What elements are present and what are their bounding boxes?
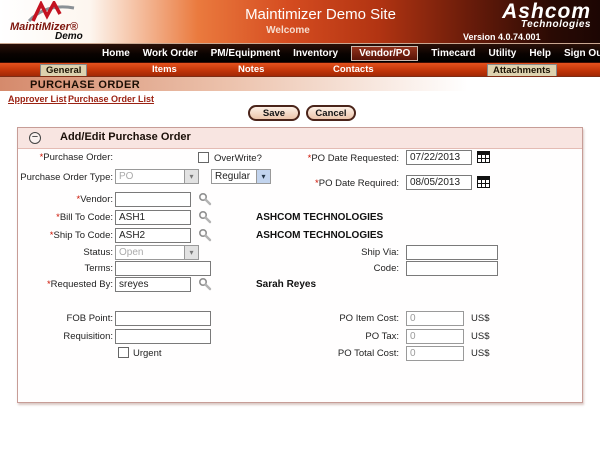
nav-item-vendor-po[interactable]: Vendor/PO: [351, 45, 419, 61]
nav-item-home[interactable]: Home: [102, 48, 130, 59]
terms-label: Terms:: [84, 263, 114, 274]
lookup-icon[interactable]: [198, 277, 212, 291]
lookup-icon[interactable]: [198, 192, 212, 206]
add-edit-purchase-order-panel: − Add/Edit Purchase Order *Purchase Orde…: [17, 127, 583, 403]
page-title-bar: PURCHASE ORDER: [0, 76, 600, 91]
po-date-requested-input[interactable]: [406, 150, 472, 165]
nav-item-sign-out[interactable]: Sign Out: [564, 48, 600, 59]
po-date-requested-label: *PO Date Requested:: [307, 153, 399, 164]
save-button[interactable]: Save: [248, 105, 300, 121]
po-subtype-select[interactable]: Regular ▾: [211, 169, 271, 184]
requested-by-name: Sarah Reyes: [256, 279, 317, 290]
approver-list-link[interactable]: Approver List: [8, 94, 67, 104]
calendar-icon[interactable]: [477, 176, 490, 188]
version-label: Version 4.0.74.001: [463, 32, 541, 42]
currency-label: US$: [471, 331, 490, 342]
ship-via-input[interactable]: [406, 245, 498, 260]
page-title: PURCHASE ORDER: [30, 79, 141, 91]
welcome-text: Welcome: [266, 25, 310, 36]
po-item-cost-input: [406, 311, 464, 326]
subnav-tab-items[interactable]: Items: [152, 64, 177, 75]
panel-header: − Add/Edit Purchase Order: [18, 128, 582, 149]
po-tax-input: [406, 329, 464, 344]
po-type-label: Purchase Order Type:: [20, 172, 113, 183]
vendor-label: *Vendor:: [76, 194, 113, 205]
urgent-label: Urgent: [133, 348, 162, 359]
maintimizer-logo-icon: [27, 1, 75, 23]
po-date-required-input[interactable]: [406, 175, 472, 190]
purchase-order-list-link[interactable]: Purchase Order List: [68, 94, 154, 104]
ship-via-label: Ship Via:: [361, 247, 399, 258]
nav-item-help[interactable]: Help: [529, 48, 551, 59]
requested-by-label: *Requested By:: [46, 279, 113, 290]
nav-item-work-order[interactable]: Work Order: [143, 48, 198, 59]
po-date-required-label: *PO Date Required:: [315, 178, 399, 189]
chevron-down-icon: ▾: [256, 170, 270, 183]
status-select[interactable]: Open ▾: [115, 245, 199, 260]
brand-demo-label: Demo: [55, 31, 83, 42]
subnav-tab-contacts[interactable]: Contacts: [333, 64, 374, 75]
panel-title: Add/Edit Purchase Order: [60, 131, 191, 143]
chevron-down-icon: ▾: [184, 246, 198, 259]
status-label: Status:: [83, 247, 113, 258]
cancel-button[interactable]: Cancel: [306, 105, 356, 121]
urgent-checkbox[interactable]: [118, 347, 129, 358]
nav-item-pm-equipment[interactable]: PM/Equipment: [211, 48, 280, 59]
po-total-cost-label: PO Total Cost:: [337, 348, 399, 359]
chevron-down-icon: ▾: [184, 170, 198, 183]
requisition-input[interactable]: [115, 329, 211, 344]
terms-input[interactable]: [115, 261, 211, 276]
requested-by-input[interactable]: [115, 277, 191, 292]
bill-to-code-label: *Bill To Code:: [56, 212, 113, 223]
site-title: Maintimizer Demo Site: [245, 6, 396, 23]
code-input[interactable]: [406, 261, 498, 276]
overwrite-label: OverWrite?: [214, 153, 262, 164]
nav-item-utility[interactable]: Utility: [489, 48, 517, 59]
ship-to-name: ASHCOM TECHNOLOGIES: [256, 230, 384, 241]
ship-to-code-label: *Ship To Code:: [49, 230, 113, 241]
subnav-tab-notes[interactable]: Notes: [238, 64, 264, 75]
lookup-icon[interactable]: [198, 210, 212, 224]
app-window: MaintiMizer® Demo Maintimizer Demo Site …: [0, 0, 600, 449]
currency-label: US$: [471, 313, 490, 324]
overwrite-checkbox[interactable]: [198, 152, 209, 163]
po-tax-label: PO Tax:: [365, 331, 399, 342]
requisition-label: Requisition:: [63, 331, 113, 342]
nav-item-timecard[interactable]: Timecard: [431, 48, 475, 59]
collapse-icon[interactable]: −: [29, 132, 41, 144]
po-type-select[interactable]: PO ▾: [115, 169, 199, 184]
sub-nav: General Items Notes Contacts Attachments: [0, 62, 600, 77]
purchase-order-label: *Purchase Order:: [39, 152, 113, 163]
bill-to-name: ASHCOM TECHNOLOGIES: [256, 212, 384, 223]
fob-point-label: FOB Point:: [66, 313, 113, 324]
currency-label: US$: [471, 348, 490, 359]
po-total-cost-input: [406, 346, 464, 361]
main-nav: Home Work Order PM/Equipment Inventory V…: [0, 43, 600, 62]
calendar-icon[interactable]: [477, 151, 490, 163]
vendor-input[interactable]: [115, 192, 191, 207]
code-label: Code:: [373, 263, 399, 274]
nav-item-inventory[interactable]: Inventory: [293, 48, 338, 59]
po-item-cost-label: PO Item Cost:: [339, 313, 399, 324]
ship-to-code-input[interactable]: [115, 228, 191, 243]
header-banner: MaintiMizer® Demo Maintimizer Demo Site …: [0, 0, 600, 43]
lookup-icon[interactable]: [198, 228, 212, 242]
fob-point-input[interactable]: [115, 311, 211, 326]
ashcom-logo: Ashcom Technologies: [502, 1, 591, 30]
bill-to-code-input[interactable]: [115, 210, 191, 225]
